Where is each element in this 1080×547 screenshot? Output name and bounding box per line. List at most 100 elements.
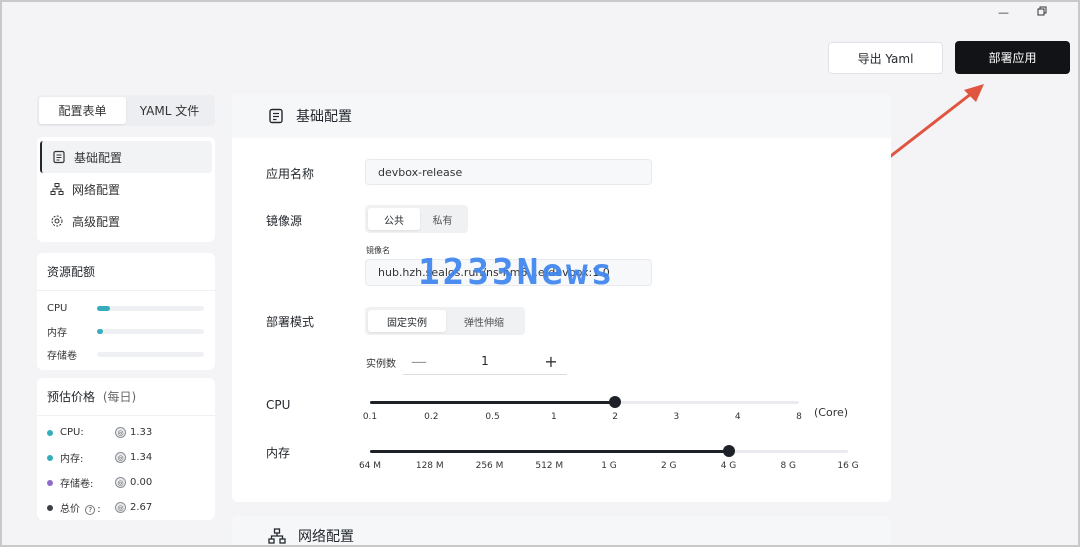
cpu-slider-fill xyxy=(370,401,616,404)
price-label-total: 总价 ?: xyxy=(60,504,101,515)
cpu-slider-tick-label: 2 xyxy=(612,412,619,422)
price-row-memory: 内存: ◎ 1.34 xyxy=(37,445,215,470)
nav-item-advanced[interactable]: 高级配置 xyxy=(40,205,212,237)
network-icon xyxy=(50,183,64,195)
memory-slider-tick-label: 8 G xyxy=(780,461,797,471)
resource-quota-title: 资源配额 xyxy=(37,253,215,291)
app-name-label: 应用名称 xyxy=(266,167,315,181)
document-icon xyxy=(269,108,283,124)
price-dot xyxy=(47,454,53,461)
cpu-unit: (Core) xyxy=(814,406,849,419)
price-dot xyxy=(47,479,53,486)
memory-slider-tick-label: 128 M xyxy=(415,461,444,471)
price-label: 总价 xyxy=(60,504,80,515)
resource-row-cpu: CPU xyxy=(37,297,215,320)
image-name-label: 镜像名 xyxy=(366,246,390,255)
resource-fill-cpu xyxy=(97,306,110,311)
resource-bar-cpu xyxy=(97,306,204,311)
resource-label: 存储卷 xyxy=(47,351,77,362)
cpu-slider-tick-label: 1 xyxy=(550,412,557,422)
image-source-private[interactable]: 私有 xyxy=(420,208,465,230)
app-name-input[interactable]: devbox-release xyxy=(365,159,652,185)
memory-slider-tick-label: 16 G xyxy=(837,461,859,471)
nav-item-label: 网络配置 xyxy=(72,182,121,197)
basic-config-title: 基础配置 xyxy=(296,109,352,125)
cpu-slider-tick-label: 8 xyxy=(796,412,802,422)
price-row-total: 总价 ?: ◎ 2.67 xyxy=(37,495,215,520)
cpu-slider-tick-label: 0.1 xyxy=(362,412,378,422)
gear-icon xyxy=(51,215,63,227)
resource-row-memory: 内存 xyxy=(37,320,215,343)
deploy-mode-label: 部署模式 xyxy=(266,315,315,329)
resource-quota-card: 资源配额 CPU 内存 存储卷 xyxy=(37,253,215,370)
cpu-slider-tick-label: 0.2 xyxy=(424,412,439,422)
memory-slider-tick-label: 1 G xyxy=(601,461,617,471)
tab-config-form[interactable]: 配置表单 xyxy=(39,97,126,124)
estimated-price-card: 预估价格 (每日) CPU: ◎ 1.33 内存: ◎ 1.34 存储卷: ◎ … xyxy=(37,378,215,520)
deploy-mode-autoscale[interactable]: 弹性伸缩 xyxy=(446,310,522,332)
deploy-mode-fixed[interactable]: 固定实例 xyxy=(368,310,446,332)
memory-slider-tick-label: 4 G xyxy=(720,461,737,471)
image-source-toggle: 公共 私有 xyxy=(365,205,468,233)
resource-label: 内存 xyxy=(47,328,67,339)
cpu-slider-tick-label: 3 xyxy=(673,412,680,422)
coin-icon: ◎ xyxy=(115,452,126,463)
nav-item-label: 高级配置 xyxy=(72,214,121,229)
memory-slider-tick-label: 64 M xyxy=(358,461,382,471)
section-nav: 基础配置 网络配置 高级配置 xyxy=(37,137,215,242)
export-yaml-button[interactable]: 导出 Yaml xyxy=(828,42,943,74)
resource-label: CPU xyxy=(47,303,68,314)
increment-button[interactable]: + xyxy=(541,352,561,371)
cpu-slider-tick-label: 4 xyxy=(734,412,741,422)
price-dot xyxy=(47,429,53,436)
watermark: 1233News xyxy=(418,252,616,293)
nav-item-network[interactable]: 网络配置 xyxy=(40,173,212,205)
instances-label: 实例数 xyxy=(366,359,396,370)
network-config-title: 网络配置 xyxy=(298,529,354,545)
price-row-storage: 存储卷: ◎ 0.00 xyxy=(37,470,215,495)
price-label: 存储卷: xyxy=(60,479,94,490)
memory-label: 内存 xyxy=(266,446,291,460)
tab-yaml-file[interactable]: YAML 文件 xyxy=(126,97,213,124)
resource-bar-memory xyxy=(97,329,204,334)
memory-slider-tick-label: 2 G xyxy=(660,461,677,471)
price-period-text: (每日) xyxy=(102,390,137,404)
basic-config-header: 基础配置 xyxy=(232,94,891,138)
nav-item-label: 基础配置 xyxy=(74,150,123,165)
document-icon xyxy=(53,150,65,164)
coin-icon: ◎ xyxy=(115,427,126,438)
memory-slider-fill xyxy=(370,450,729,453)
price-label: 内存: xyxy=(60,454,84,465)
network-icon xyxy=(268,528,286,544)
restore-icon[interactable] xyxy=(1037,6,1047,19)
memory-slider-tick-label: 512 M xyxy=(535,461,564,471)
network-config-card: 网络配置 xyxy=(232,516,891,547)
decrement-button[interactable]: — xyxy=(409,352,429,371)
instances-stepper: — 1 + xyxy=(403,348,567,375)
coin-icon: ◎ xyxy=(115,477,126,488)
image-source-label: 镜像源 xyxy=(266,214,303,228)
deploy-app-button[interactable]: 部署应用 xyxy=(955,41,1070,74)
coin-icon: ◎ xyxy=(115,502,126,513)
resource-row-storage: 存储卷 xyxy=(37,343,215,366)
price-value: 2.67 xyxy=(130,502,153,513)
price-dot xyxy=(47,504,53,511)
deploy-mode-toggle: 固定实例 弹性伸缩 xyxy=(365,307,525,335)
price-row-cpu: CPU: ◎ 1.33 xyxy=(37,420,215,445)
basic-config-card: 基础配置 xyxy=(232,94,891,502)
minimize-icon[interactable]: — xyxy=(998,6,1009,19)
cpu-slider-tick-label: 0.5 xyxy=(485,412,500,422)
price-value: 1.33 xyxy=(130,427,153,438)
memory-slider-tick-label: 256 M xyxy=(475,461,504,471)
image-source-public[interactable]: 公共 xyxy=(368,208,420,230)
price-label: CPU: xyxy=(60,427,84,438)
nav-item-basic[interactable]: 基础配置 xyxy=(40,141,212,173)
resource-bar-storage xyxy=(97,352,204,357)
help-icon[interactable]: ? xyxy=(85,505,96,515)
price-value: 0.00 xyxy=(130,477,153,488)
memory-slider-handle[interactable] xyxy=(722,445,735,457)
cpu-label: CPU xyxy=(266,398,291,412)
instances-value[interactable]: 1 xyxy=(481,354,489,368)
estimated-price-title: 预估价格 (每日) xyxy=(37,378,215,416)
price-title-text: 预估价格 xyxy=(47,390,96,404)
